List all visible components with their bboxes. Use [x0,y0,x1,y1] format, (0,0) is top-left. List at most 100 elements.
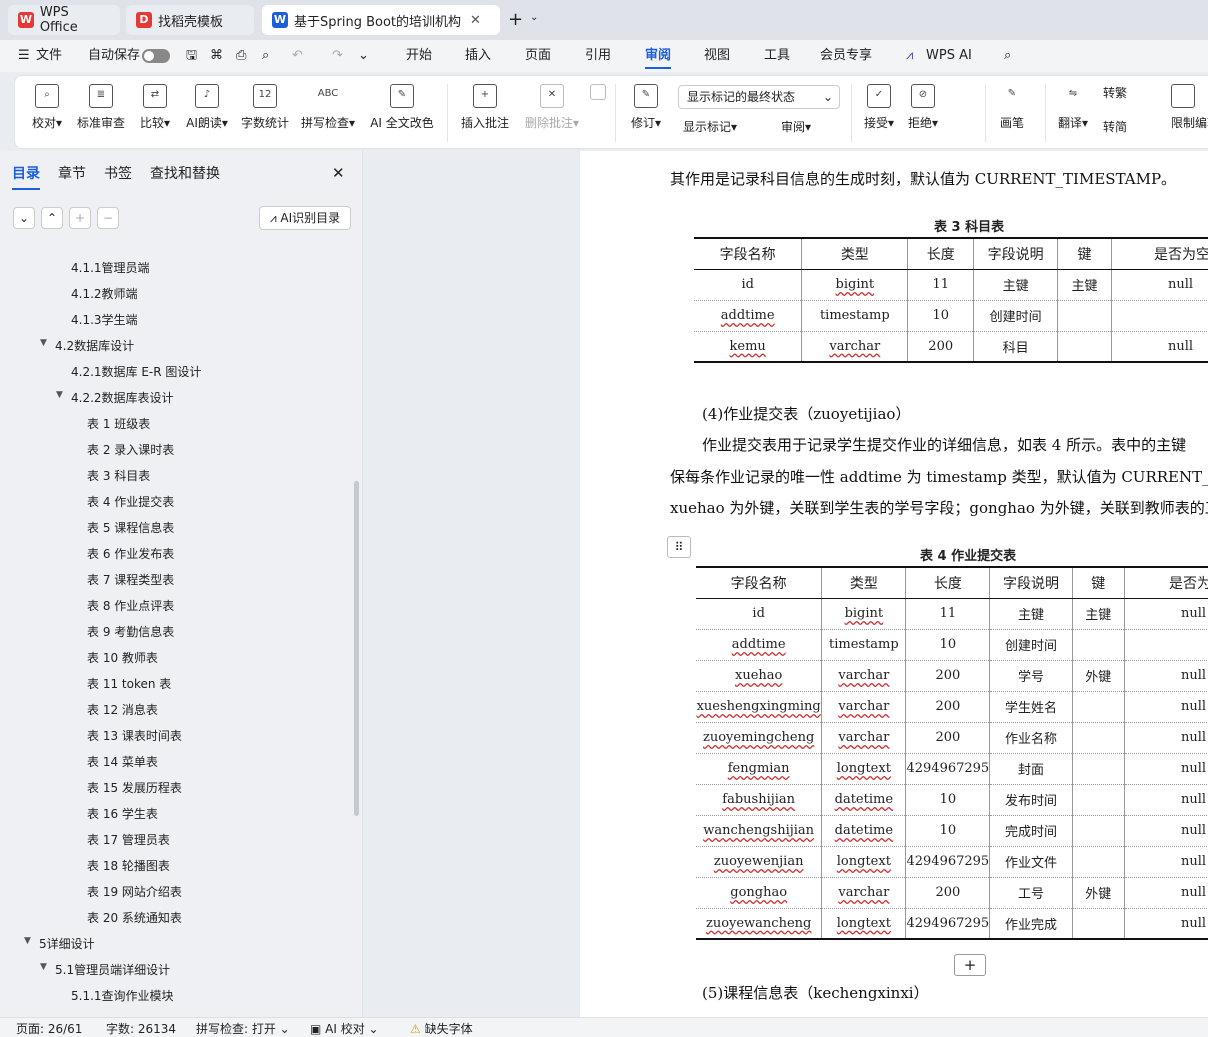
menu-icon[interactable]: ☰ [18,40,30,72]
undo-icon[interactable]: ↶ [292,40,303,72]
search-icon[interactable]: ⌕ [1004,40,1011,72]
table-cell[interactable]: 主键 [1057,269,1113,301]
table-cell[interactable]: timestamp [801,300,909,332]
toc-item[interactable]: 表 4 作业提交表 [87,493,174,510]
table-cell[interactable] [1072,784,1125,816]
table-cell[interactable]: 作业文件 [989,846,1073,878]
table-cell[interactable]: 主键 [989,598,1073,630]
page-indicator[interactable]: 页面: 26/61 [16,1020,82,1037]
table-cell[interactable]: 主键 [1072,598,1125,630]
table-cell[interactable]: 学号 [989,660,1073,692]
table-cell[interactable]: xueshengxingming [696,691,823,723]
spell-check-button[interactable]: ABC 拼写检查▾ [297,84,359,131]
table-cell[interactable]: 4294967295 [905,753,991,785]
review-pane-button[interactable]: 审阅▾ [781,118,839,135]
toc-item[interactable]: 表 9 考勤信息表 [87,623,174,640]
to-simp-button[interactable]: 转简 [1103,118,1153,135]
table-cell[interactable]: 200 [905,877,991,909]
toc-item[interactable]: 表 18 轮播图表 [87,857,170,874]
close-icon[interactable]: ✕ [332,164,345,182]
more-chevron-icon[interactable]: ⌄ [358,40,369,72]
toc-item[interactable]: 表 6 作业发布表 [87,545,174,562]
print-preview-icon[interactable]: ⌕ [262,40,269,72]
table-cell[interactable]: 创建时间 [973,300,1059,332]
table-cell[interactable]: 作业名称 [989,722,1073,754]
toc-item[interactable]: 表 17 管理员表 [87,831,170,848]
table-cell[interactable]: addtime [696,629,823,661]
table-cell[interactable]: 4294967295 [905,908,991,940]
menu-reference[interactable]: 引用 [585,40,611,72]
table-cell[interactable]: null [1124,846,1208,878]
table-cell[interactable]: null [1111,331,1208,363]
table-cell[interactable]: varchar [821,722,907,754]
table-cell[interactable]: 200 [907,331,975,363]
table-cell[interactable]: 200 [905,691,991,723]
table-cell[interactable]: longtext [821,908,907,940]
share-icon[interactable]: ⌘ [210,40,223,72]
toc-item[interactable]: ▼ 5.1管理员端详细设计 [40,961,170,978]
table-cell[interactable] [1072,846,1125,878]
tab-document[interactable]: W 基于Spring Boot的培训机构 ✕ [262,5,500,35]
toc-item[interactable]: 5.1.1查询作业模块 [71,987,174,1004]
table-cell[interactable]: 发布时间 [989,784,1073,816]
spell-status[interactable]: 拼写检查: 打开 ⌄ [196,1020,290,1037]
ai-proof-status[interactable]: ▣ AI 校对 ⌄ [310,1020,379,1037]
reject-button[interactable]: ⊘ 拒绝▾ [905,84,941,131]
compare-button[interactable]: ⇄ 比较▾ [135,84,175,131]
toc-item[interactable]: 表 12 消息表 [87,701,158,718]
table-cell[interactable] [1057,331,1113,363]
toc-item[interactable]: 表 7 课程类型表 [87,571,174,588]
table-cell[interactable]: 10 [907,300,975,332]
chevron-down-icon[interactable]: ⌄ [530,12,538,23]
autosave-toggle[interactable] [142,49,170,63]
print-icon[interactable]: ⎙ [236,40,246,72]
toc-item[interactable]: 4.1.1管理员端 [71,259,150,276]
toc-item[interactable]: 表 11 token 表 [87,675,171,692]
toc-item[interactable]: 表 16 学生表 [87,805,158,822]
table-cell[interactable]: longtext [821,753,907,785]
missing-font-status[interactable]: ⚠ 缺失字体 [410,1020,473,1037]
menu-review[interactable]: 审阅 [645,40,672,72]
table-cell[interactable]: gonghao [696,877,823,909]
toc-item[interactable]: 表 10 教师表 [87,649,158,666]
menu-start[interactable]: 开始 [406,40,432,72]
save-icon[interactable]: 🖫 [186,40,197,72]
table-cell[interactable]: null [1124,908,1208,940]
table-cell[interactable]: null [1124,784,1208,816]
tab-toc[interactable]: 目录 [12,163,40,190]
menu-page[interactable]: 页面 [525,40,551,72]
toc-item[interactable]: 表 14 菜单表 [87,753,158,770]
table-cell[interactable]: 200 [905,660,991,692]
show-markup-button[interactable]: 显示标记▾ [683,118,765,135]
table-cell[interactable]: varchar [821,660,907,692]
table-cell[interactable]: 主键 [973,269,1059,301]
table-homework-submit[interactable]: 字段名称类型长度字段说明键是否为空 id bigint 11 主键 主键 null addt… [696,566,1208,940]
toc-item[interactable]: 表 13 课表时间表 [87,727,182,744]
table-cell[interactable]: addtime [694,300,803,332]
table-cell[interactable]: 10 [905,815,991,847]
toc-item[interactable]: 表 2 录入课时表 [87,441,174,458]
toc-item[interactable]: 表 8 作业点评表 [87,597,174,614]
table-cell[interactable] [1072,908,1125,940]
table-cell[interactable]: fengmian [696,753,823,785]
document-page[interactable]: 其作用是记录科目信息的生成时刻，默认值为 CURRENT_TIMESTAMP。 … [580,151,1208,1017]
table-cell[interactable]: longtext [821,846,907,878]
toc-item[interactable]: 表 3 科目表 [87,467,150,484]
restrict-edit-button[interactable]: 限制编辑 [1171,84,1208,131]
table-cell[interactable]: zuoyemingcheng [696,722,823,754]
table-cell[interactable]: wanchengshijian [696,815,823,847]
menu-file[interactable]: 文件 [36,40,62,72]
table-cell[interactable] [1072,722,1125,754]
table-cell[interactable]: varchar [821,877,907,909]
tab-find-replace[interactable]: 查找和替换 [150,163,220,183]
scrollbar[interactable] [354,481,359,816]
table-cell[interactable]: 工号 [989,877,1073,909]
table-cell[interactable] [1072,691,1125,723]
table-cell[interactable]: timestamp [821,629,907,661]
table-cell[interactable]: 外键 [1072,660,1125,692]
table-cell[interactable]: null [1111,269,1208,301]
minus-icon[interactable]: − [97,207,119,229]
table-cell[interactable]: kemu [694,331,803,363]
table-cell[interactable] [1072,753,1125,785]
to-trad-button[interactable]: 转繁 [1103,84,1153,101]
